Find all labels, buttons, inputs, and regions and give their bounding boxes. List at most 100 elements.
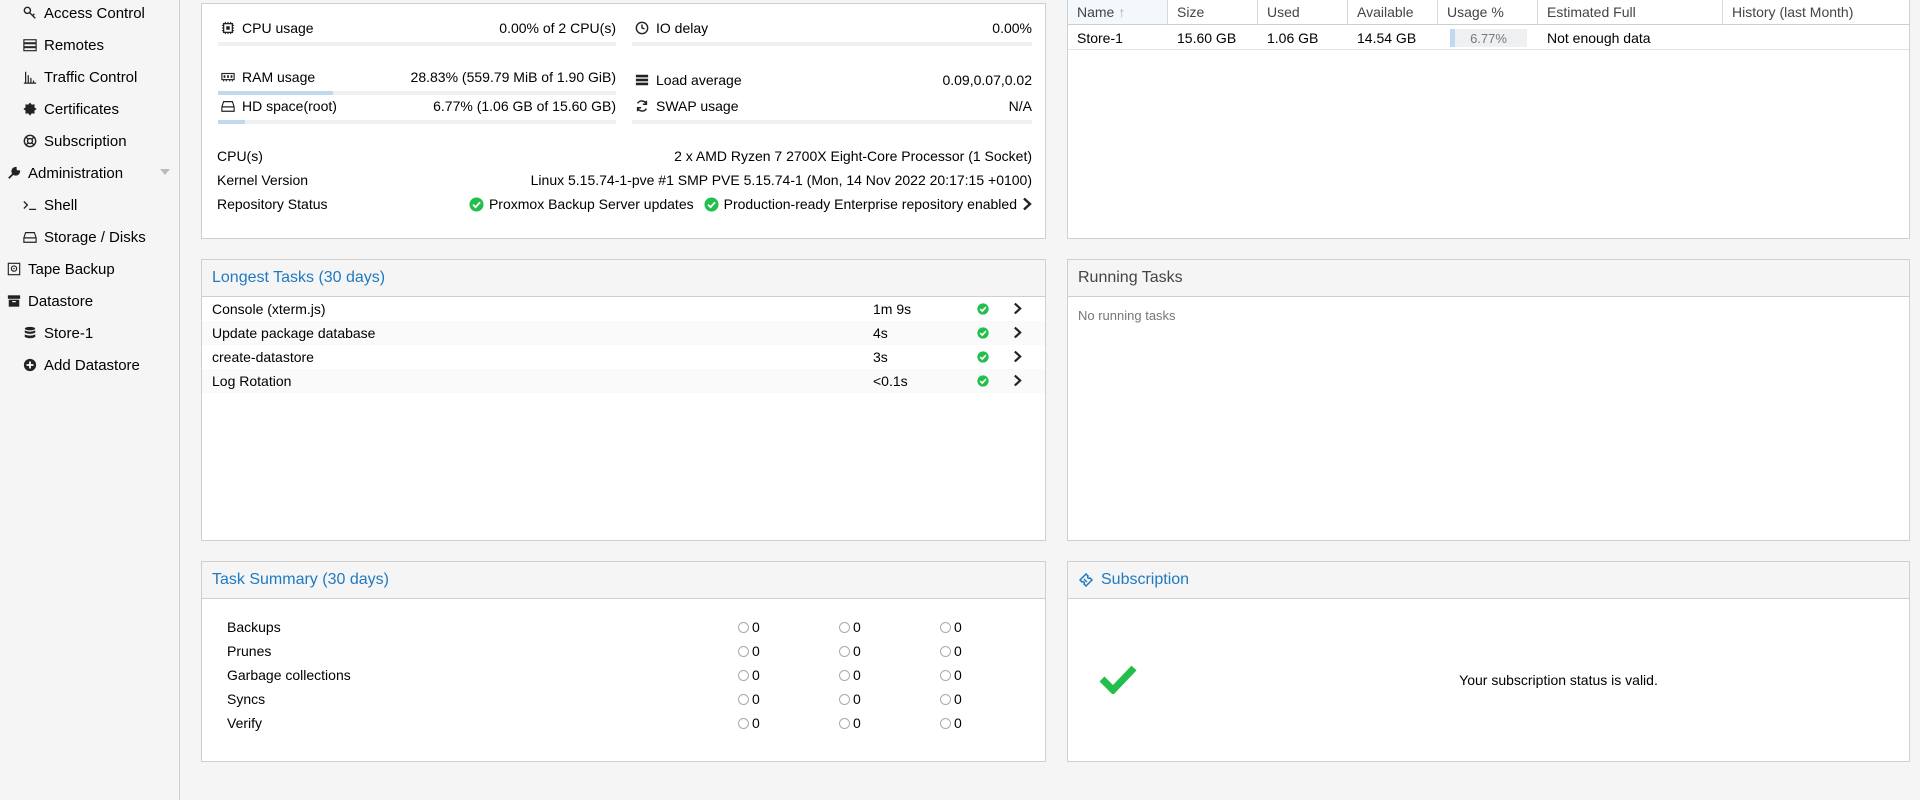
column-header-history[interactable]: History (last Month): [1723, 0, 1909, 25]
io-delay-bar: [632, 42, 1032, 46]
summary-error-count[interactable]: 0: [940, 691, 962, 707]
running-tasks-panel: Running Tasks No running tasks: [1067, 259, 1910, 541]
key-icon: [22, 5, 38, 21]
column-header-used[interactable]: Used: [1258, 0, 1348, 25]
circle-icon: [738, 622, 749, 633]
sidebar-item-tape-backup[interactable]: Tape Backup: [6, 253, 184, 285]
sidebar-item-label: Tape Backup: [28, 260, 115, 278]
cpu-model-row: CPU(s) 2 x AMD Ryzen 7 2700X Eight-Core …: [217, 148, 1032, 164]
ram-usage-bar: [218, 91, 616, 95]
plus-circle-icon: [22, 357, 38, 373]
table-row: Backups 0 0 0: [227, 619, 962, 635]
summary-warning-count[interactable]: 0: [839, 691, 861, 707]
sidebar-item-label: Traffic Control: [44, 68, 138, 86]
summary-warning-count[interactable]: 0: [839, 715, 861, 731]
sidebar-item-label: Datastore: [28, 292, 94, 310]
sidebar-item-shell[interactable]: Shell: [22, 189, 200, 221]
circle-icon: [940, 718, 951, 729]
summary-error-count[interactable]: 0: [940, 619, 962, 635]
ram-usage: RAM usage 28.83% (559.79 MiB of 1.90 GiB…: [220, 69, 616, 85]
refresh-icon: [634, 98, 650, 114]
longest-tasks-panel: Longest Tasks (30 days) Console (xterm.j…: [201, 259, 1046, 541]
signal-icon: [22, 69, 38, 85]
summary-warning-count[interactable]: 0: [839, 667, 861, 683]
sidebar-item-datastore[interactable]: Datastore: [6, 285, 184, 317]
summary-warning-count[interactable]: 0: [839, 643, 861, 659]
longest-tasks-list: Console (xterm.js) 1m 9s Update package …: [202, 297, 1045, 540]
circle-icon: [839, 622, 850, 633]
summary-error-count[interactable]: 0: [940, 667, 962, 683]
circle-icon: [940, 694, 951, 705]
summary-ok-count[interactable]: 0: [738, 667, 760, 683]
column-header-available[interactable]: Available: [1348, 0, 1438, 25]
tape-icon: [6, 261, 22, 277]
table-row[interactable]: Store-1 15.60 GB 1.06 GB 14.54 GB 6.77% …: [1068, 26, 1909, 50]
running-tasks-list: No running tasks: [1068, 297, 1909, 540]
list-item[interactable]: create-datastore 3s: [202, 345, 1045, 369]
io-delay: IO delay 0.00%: [634, 20, 1032, 36]
sidebar-item-label: Subscription: [44, 132, 127, 150]
task-summary-table: Backups 0 0 0 Prunes 0 0 0 Garbage colle…: [202, 599, 1045, 761]
sidebar-item-administration[interactable]: Administration: [6, 157, 184, 189]
sidebar-item-label: Add Datastore: [44, 356, 140, 374]
subscription-panel: Subscription Your subscription status is…: [1067, 561, 1910, 762]
ticket-icon: [1078, 572, 1094, 588]
sidebar-item-remotes[interactable]: Remotes: [22, 29, 200, 61]
column-header-size[interactable]: Size: [1168, 0, 1258, 25]
circle-icon: [940, 622, 951, 633]
chevron-right-icon[interactable]: [1022, 197, 1032, 211]
sidebar-item-store-1[interactable]: Store-1: [22, 317, 200, 349]
check-circle-icon: [977, 350, 989, 366]
server-status-panel: CPU usage 0.00% of 2 CPU(s) RAM usage 28…: [201, 3, 1046, 239]
column-header-estimated-full[interactable]: Estimated Full: [1538, 0, 1723, 25]
check-circle-icon: [977, 326, 989, 342]
chevron-right-icon[interactable]: [1013, 350, 1022, 366]
list-item[interactable]: Update package database 4s: [202, 321, 1045, 345]
sidebar-item-storage-disks[interactable]: Storage / Disks: [22, 221, 200, 253]
load-average: Load average 0.09,0.07,0.02: [634, 72, 1032, 88]
summary-ok-count[interactable]: 0: [738, 619, 760, 635]
circle-icon: [738, 646, 749, 657]
swap-usage-bar: [632, 120, 1032, 124]
sidebar-item-label: Shell: [44, 196, 78, 214]
clock-icon: [634, 20, 650, 36]
wrench-icon: [6, 165, 22, 181]
chevron-down-icon[interactable]: [160, 169, 170, 175]
check-circle-icon: [704, 196, 719, 212]
check-circle-icon: [977, 302, 989, 318]
list-item[interactable]: Log Rotation <0.1s: [202, 369, 1045, 393]
circle-icon: [839, 646, 850, 657]
table-row: Verify 0 0 0: [227, 715, 962, 731]
summary-error-count[interactable]: 0: [940, 715, 962, 731]
panel-title: Running Tasks: [1068, 260, 1909, 297]
chevron-right-icon[interactable]: [1013, 302, 1022, 318]
sidebar-item-add-datastore[interactable]: Add Datastore: [22, 349, 200, 381]
navigation-tree: Access Control Remotes Traffic Control C…: [0, 0, 180, 800]
certificate-icon: [22, 101, 38, 117]
summary-ok-count[interactable]: 0: [738, 691, 760, 707]
summary-warning-count[interactable]: 0: [839, 619, 861, 635]
datastore-usage-panel: Name ↑ Size Used Available Usage % Estima…: [1067, 0, 1910, 239]
summary-error-count[interactable]: 0: [940, 643, 962, 659]
sidebar-item-label: Remotes: [44, 36, 105, 54]
circle-icon: [839, 670, 850, 681]
sidebar-item-traffic-control[interactable]: Traffic Control: [22, 61, 200, 93]
sidebar-item-label: Access Control: [44, 4, 145, 22]
check-circle-icon: [977, 374, 989, 390]
summary-ok-count[interactable]: 0: [738, 643, 760, 659]
usage-bar: 6.77%: [1450, 29, 1527, 47]
sidebar-item-label: Administration: [28, 164, 124, 182]
summary-ok-count[interactable]: 0: [738, 715, 760, 731]
database-icon: [22, 325, 38, 341]
column-header-usage[interactable]: Usage %: [1438, 0, 1538, 25]
chevron-right-icon[interactable]: [1013, 374, 1022, 390]
chevron-right-icon[interactable]: [1013, 326, 1022, 342]
column-header-name[interactable]: Name ↑: [1068, 0, 1168, 25]
list-item[interactable]: Console (xterm.js) 1m 9s: [202, 297, 1045, 321]
sidebar-item-subscription[interactable]: Subscription: [22, 125, 200, 157]
sidebar-item-access-control[interactable]: Access Control: [22, 0, 200, 29]
server-icon: [22, 37, 38, 53]
subscription-message: Your subscription status is valid.: [1459, 672, 1658, 688]
sidebar-item-certificates[interactable]: Certificates: [22, 93, 200, 125]
memory-icon: [220, 69, 236, 85]
